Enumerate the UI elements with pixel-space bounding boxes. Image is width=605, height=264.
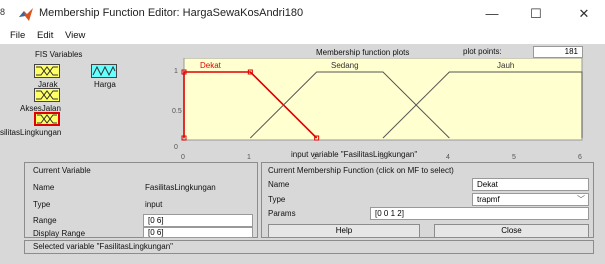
variable-box-harga[interactable]: [91, 64, 117, 78]
menu-view[interactable]: View: [65, 30, 85, 41]
input-mf-icon: [36, 90, 58, 100]
output-mf-icon: [92, 65, 116, 77]
current-mf-panel: Current Membership Function (click on MF…: [261, 162, 594, 238]
menu-file[interactable]: File: [10, 30, 25, 41]
plot-background: [183, 58, 583, 141]
input-mf-icon: [37, 114, 57, 124]
minimize-button[interactable]: —: [481, 4, 503, 24]
mf-params-label: Params: [268, 209, 296, 218]
help-button[interactable]: Help: [268, 224, 420, 238]
mf-params-input[interactable]: [0 0 1 2]: [370, 207, 589, 220]
mf-label-sedang[interactable]: Sedang: [331, 61, 359, 70]
maximize-button[interactable]: ☐: [525, 4, 547, 24]
x-tick-6: 6: [578, 154, 582, 161]
edge-number: 8: [0, 7, 6, 17]
close-window-button[interactable]: ✕: [573, 4, 595, 24]
fis-variables-title: FIS Variables: [35, 50, 83, 59]
status-bar: Selected variable "FasilitasLingkungan": [24, 240, 594, 254]
mf-name-input[interactable]: Dekat: [472, 178, 589, 191]
y-tick-1: 1: [174, 68, 178, 75]
matlab-app-icon: [19, 8, 33, 21]
chevron-down-icon: ﹀: [577, 195, 585, 204]
window-title: Membership Function Editor: HargaSewaKos…: [39, 7, 304, 19]
variable-type-value: input: [145, 200, 163, 209]
display-range-input[interactable]: [0 6]: [143, 227, 253, 238]
x-tick-4: 4: [446, 154, 450, 161]
display-range-label: Display Range: [33, 229, 86, 238]
mf-plot-svg[interactable]: [170, 58, 590, 162]
menu-bar: File Edit View: [0, 28, 605, 44]
variable-label-harga: Harga: [94, 80, 116, 89]
y-tick-0-5: 0.5: [172, 108, 182, 115]
current-variable-panel: Current Variable Name FasilitasLingkunga…: [24, 162, 258, 238]
range-label: Range: [33, 216, 57, 225]
variable-type-label: Type: [33, 200, 51, 209]
variable-name-label: Name: [33, 183, 55, 192]
input-mf-icon: [36, 66, 58, 76]
mf-label-dekat[interactable]: Dekat: [200, 61, 221, 70]
variable-label-fasilitaslingkungan: silitasLingkungan: [0, 128, 62, 137]
x-axis-label: input variable "FasilitasLingkungan": [291, 150, 418, 159]
mf-type-label: Type: [268, 195, 286, 204]
current-mf-title: Current Membership Function (click on MF…: [268, 166, 454, 175]
x-tick-0: 0: [181, 154, 185, 161]
mf-name-label: Name: [268, 180, 290, 189]
plot-points-label: plot points:: [463, 47, 502, 56]
x-tick-5: 5: [512, 154, 516, 161]
y-tick-0: 0: [174, 144, 178, 151]
range-input[interactable]: [0 6]: [143, 214, 253, 227]
mf-label-jauh[interactable]: Jauh: [497, 61, 514, 70]
variable-name-value: FasilitasLingkungan: [145, 183, 216, 192]
x-tick-1: 1: [247, 154, 251, 161]
mf-type-value: trapmf: [477, 195, 500, 204]
close-button[interactable]: Close: [434, 224, 589, 238]
menu-edit[interactable]: Edit: [37, 30, 53, 41]
editor-body: FIS Variables Jarak Harga AksesJalan sil…: [0, 44, 605, 264]
variable-box-jarak[interactable]: [34, 64, 60, 78]
mf-type-select[interactable]: trapmf ﹀: [472, 193, 589, 206]
mf-plots-title: Membership function plots: [316, 48, 410, 57]
plot-points-input[interactable]: 181: [533, 46, 583, 58]
variable-box-fasilitaslingkungan[interactable]: [34, 112, 60, 126]
variable-box-aksesjalan[interactable]: [34, 88, 60, 102]
current-variable-title: Current Variable: [33, 166, 91, 175]
title-bar: 8 Membership Function Editor: HargaSewaK…: [0, 0, 605, 28]
